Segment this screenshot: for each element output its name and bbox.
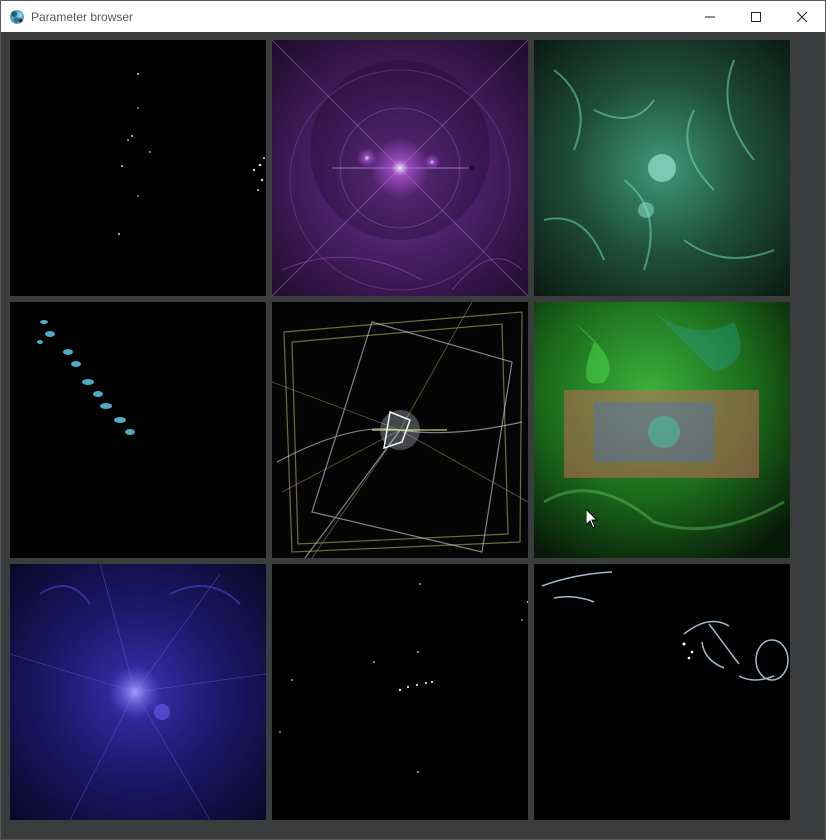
thumbnail-preview-1[interactable] (10, 40, 266, 296)
close-icon (797, 11, 807, 22)
fractal-app-icon (10, 9, 24, 24)
fractal-image (272, 564, 528, 820)
fractal-image (272, 40, 528, 296)
fractal-image (10, 302, 266, 558)
window-title: Parameter browser (31, 9, 134, 24)
parameter-browser-window: Parameter browser (0, 0, 826, 840)
close-button[interactable] (779, 1, 825, 32)
title-bar[interactable]: Parameter browser (1, 1, 825, 32)
fractal-image (10, 40, 266, 296)
thumbnail-preview-5[interactable] (272, 302, 528, 558)
fractal-image (534, 564, 790, 820)
minimize-icon (705, 16, 715, 17)
fractal-image (534, 40, 790, 296)
thumbnail-preview-6[interactable] (534, 302, 790, 558)
thumbnail-preview-9[interactable] (534, 564, 790, 820)
thumbnail-preview-2[interactable] (272, 40, 528, 296)
fractal-image (272, 302, 528, 558)
thumbnail-preview-7[interactable] (10, 564, 266, 820)
thumbnail-grid (10, 40, 792, 822)
minimize-button[interactable] (687, 1, 733, 32)
maximize-icon (751, 11, 761, 22)
thumbnail-preview-3[interactable] (534, 40, 790, 296)
fractal-image (534, 302, 790, 558)
maximize-button[interactable] (733, 1, 779, 32)
thumbnail-preview-4[interactable] (10, 302, 266, 558)
thumbnail-preview-8[interactable] (272, 564, 528, 820)
fractal-image (10, 564, 266, 820)
